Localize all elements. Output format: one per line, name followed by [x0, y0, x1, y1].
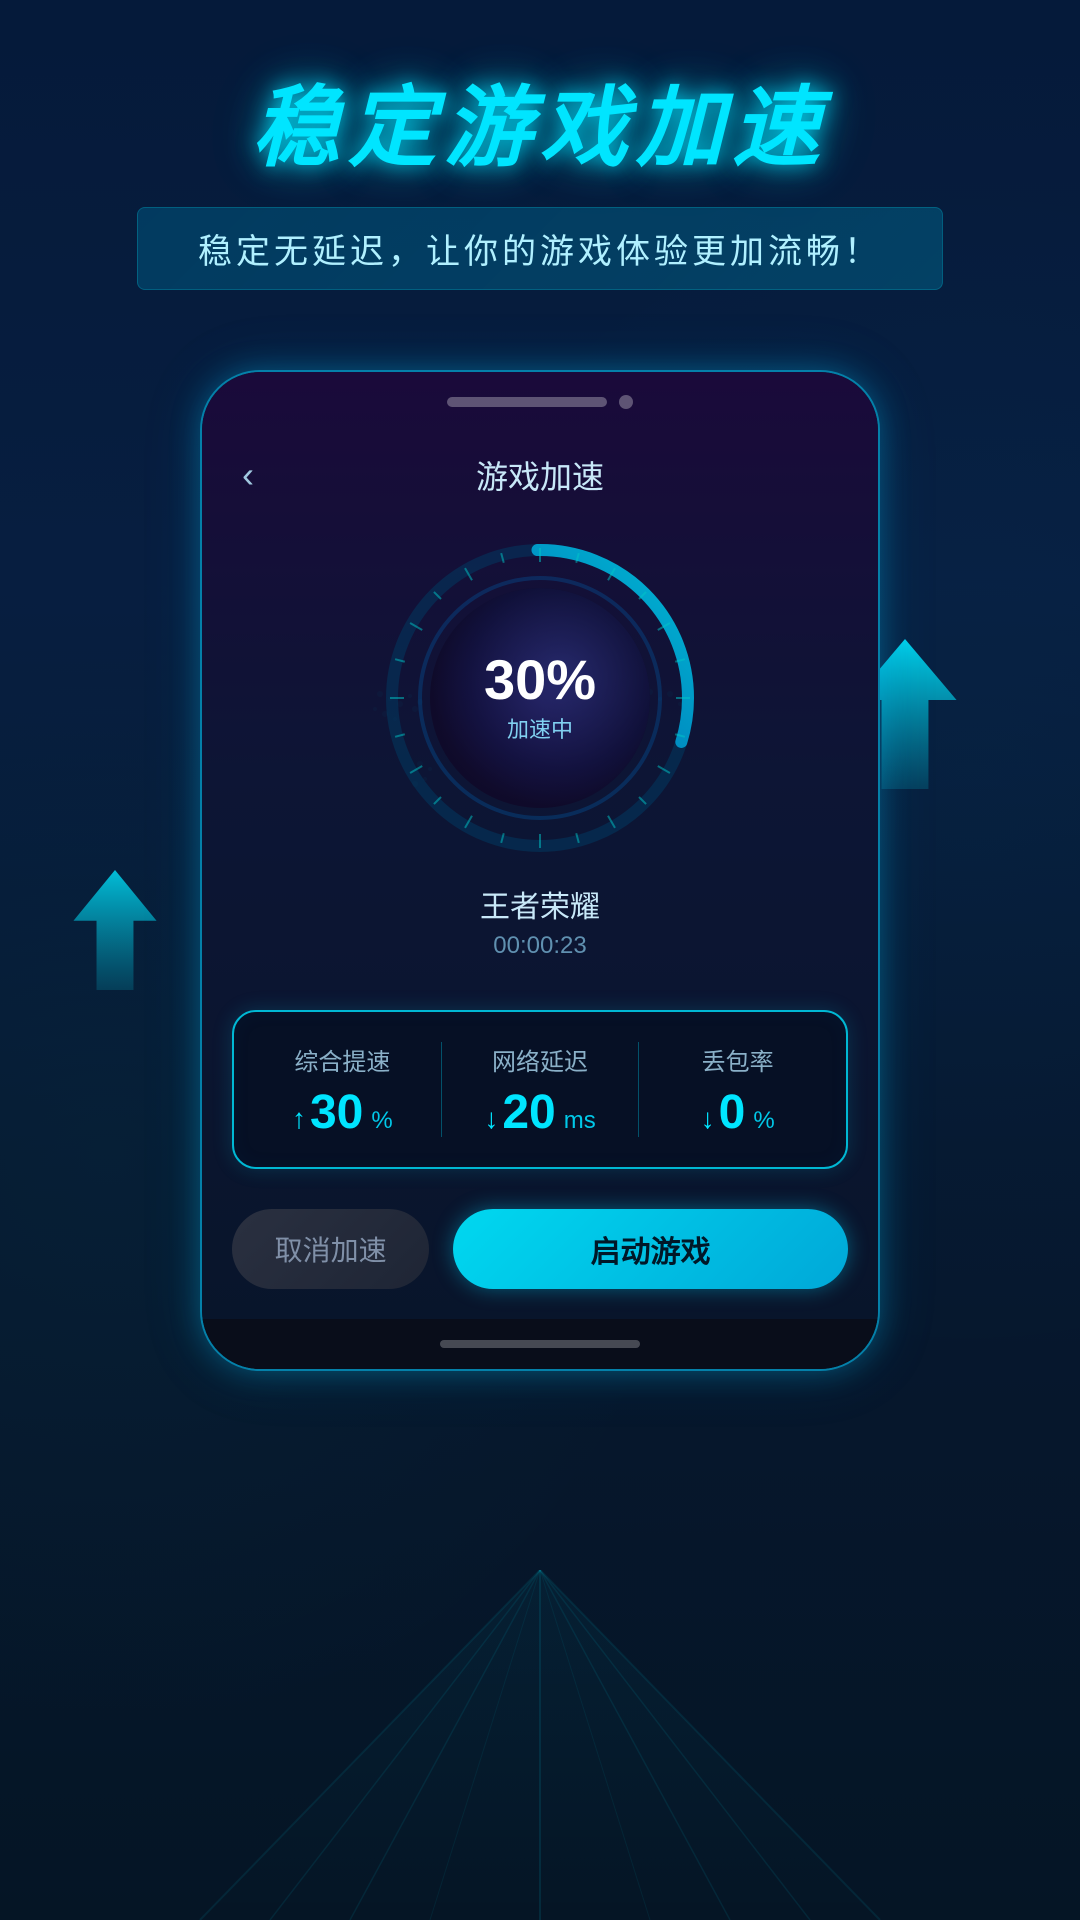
- stat-divider-1: [441, 1042, 442, 1137]
- camera-dot: [619, 395, 633, 409]
- stat-packet-loss-unit: %: [753, 1107, 774, 1135]
- stat-divider-2: [638, 1042, 639, 1137]
- nav-bar: ‹ 游戏加速: [202, 432, 878, 518]
- home-indicator: [440, 1340, 640, 1348]
- speed-gauge: 30% 加速中: [380, 538, 700, 858]
- light-rays-container: [0, 1570, 1080, 1920]
- stat-comprehensive: 综合提速 ↑ 30 %: [254, 1042, 431, 1137]
- stats-panel: 综合提速 ↑ 30 % 网络延迟 ↓ 20: [232, 1010, 848, 1169]
- gauge-area: 30% 加速中 王者荣耀 00:00:23: [202, 518, 878, 990]
- stat-latency-value: ↓ 20 ms: [484, 1089, 595, 1137]
- stat-comprehensive-number: 30: [310, 1089, 363, 1137]
- stat-packet-loss-arrow: ↓: [701, 1103, 715, 1135]
- stat-packet-loss-label: 丢包率: [702, 1042, 774, 1077]
- stat-packet-loss-value: ↓ 0 %: [701, 1089, 775, 1137]
- stat-comprehensive-unit: %: [371, 1107, 392, 1135]
- phone-screen: ‹ 游戏加速: [202, 372, 878, 1369]
- cancel-button[interactable]: 取消加速: [232, 1209, 429, 1289]
- gauge-status: 加速中: [507, 712, 573, 744]
- phone-section: ‹ 游戏加速: [90, 370, 990, 1371]
- start-game-button[interactable]: 启动游戏: [453, 1209, 848, 1289]
- stat-comprehensive-value: ↑ 30 %: [292, 1089, 393, 1137]
- stat-latency: 网络延迟 ↓ 20 ms: [452, 1042, 629, 1137]
- notch: [447, 397, 607, 407]
- action-buttons: 取消加速 启动游戏: [202, 1189, 878, 1319]
- nav-title: 游戏加速: [476, 452, 604, 498]
- phone-frame: ‹ 游戏加速: [200, 370, 880, 1371]
- stat-latency-unit: ms: [564, 1107, 596, 1135]
- gauge-percent: 30%: [484, 652, 596, 708]
- header-section: 稳定游戏加速 稳定无延迟，让你的游戏体验更加流畅！: [0, 0, 1080, 330]
- subtitle-text: 稳定无延迟，让你的游戏体验更加流畅！: [198, 233, 882, 271]
- main-title: 稳定游戏加速: [252, 80, 828, 177]
- stat-comprehensive-label: 综合提速: [294, 1042, 390, 1077]
- stat-packet-loss: 丢包率 ↓ 0 %: [649, 1042, 826, 1137]
- stat-comprehensive-arrow: ↑: [292, 1103, 306, 1135]
- stat-latency-number: 20: [502, 1089, 555, 1137]
- nav-back-button[interactable]: ‹: [242, 454, 254, 496]
- stat-latency-label: 网络延迟: [492, 1042, 588, 1077]
- status-bar: [202, 372, 878, 432]
- page-wrapper: 稳定游戏加速 稳定无延迟，让你的游戏体验更加流畅！: [0, 0, 1080, 1920]
- stat-packet-loss-number: 0: [719, 1089, 746, 1137]
- stat-latency-arrow: ↓: [484, 1103, 498, 1135]
- subtitle-bar: 稳定无延迟，让你的游戏体验更加流畅！: [137, 207, 943, 290]
- phone-bottom-bar: [202, 1319, 878, 1369]
- gauge-inner: 30% 加速中: [430, 588, 650, 808]
